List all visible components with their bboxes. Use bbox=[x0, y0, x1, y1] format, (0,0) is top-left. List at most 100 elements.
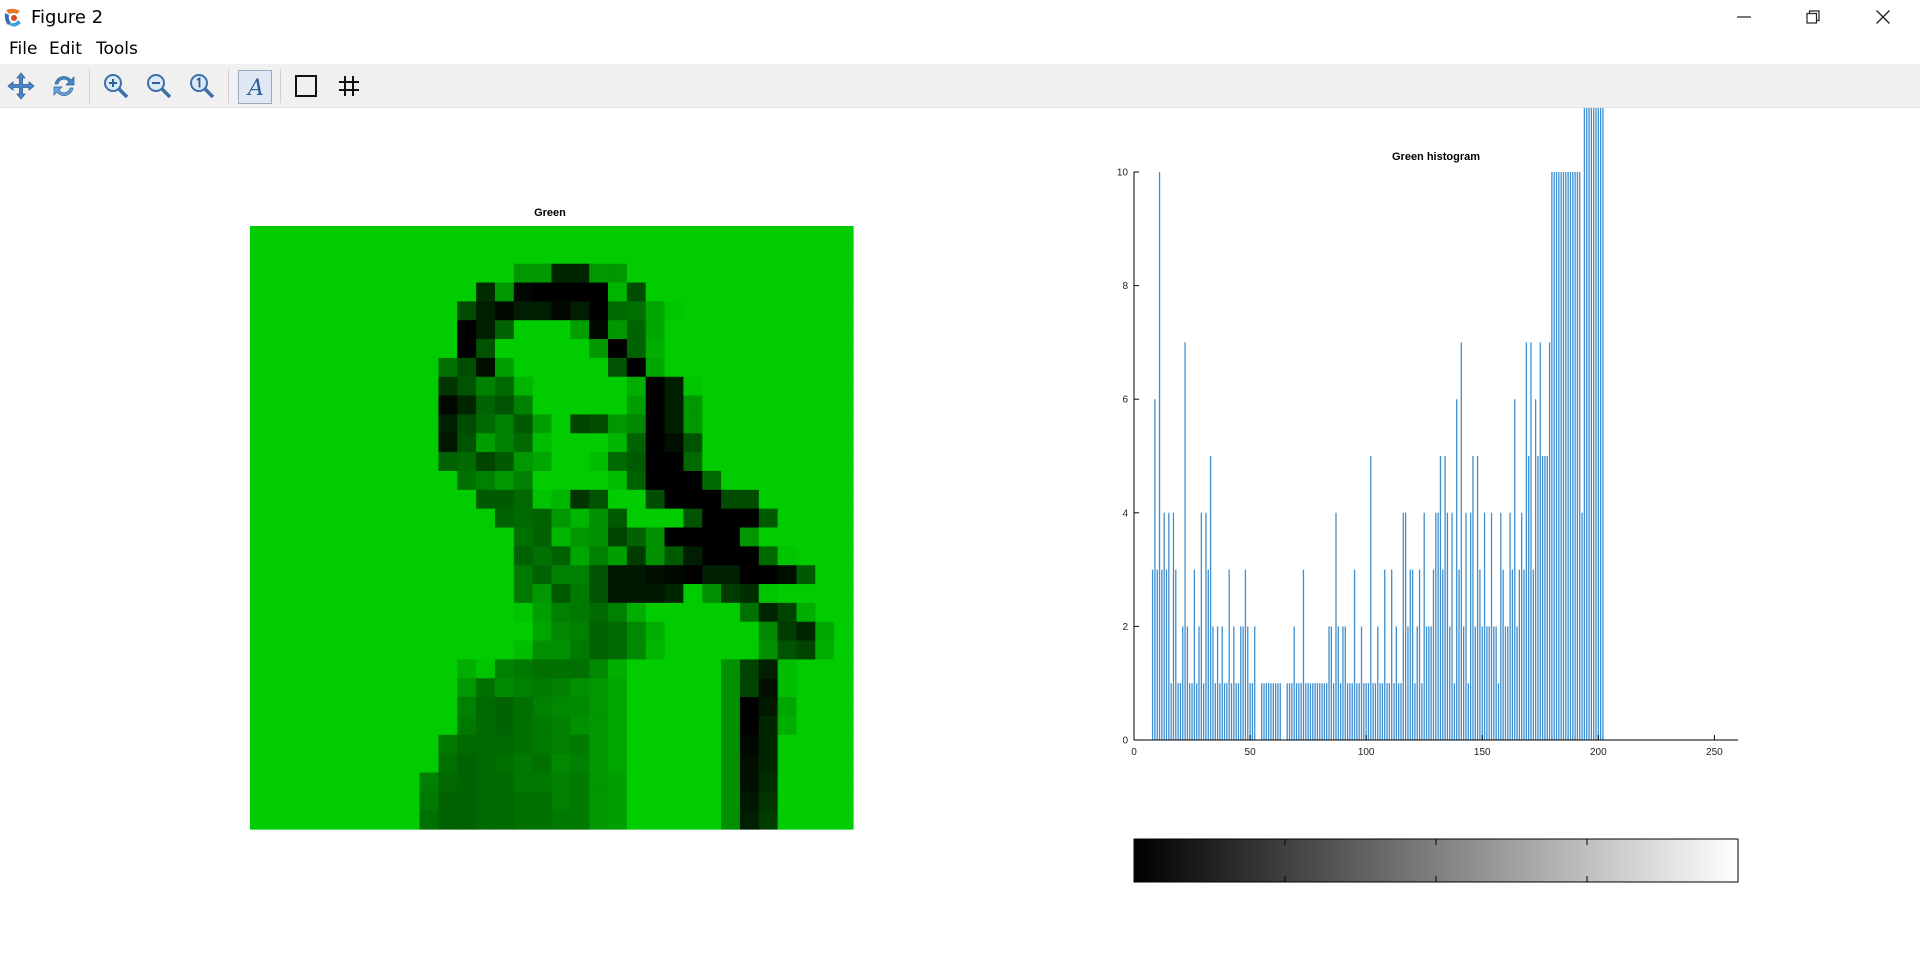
image-pixel bbox=[325, 810, 345, 830]
image-pixel bbox=[268, 508, 289, 529]
image-pixel bbox=[551, 226, 571, 246]
green-channel-image[interactable] bbox=[250, 226, 854, 830]
image-pixel bbox=[834, 263, 854, 284]
image-pixel bbox=[250, 584, 270, 604]
y-tick-label: 8 bbox=[1122, 281, 1128, 292]
image-pixel bbox=[758, 320, 779, 340]
image-pixel bbox=[664, 715, 684, 736]
image-pixel bbox=[532, 565, 553, 585]
image-pixel bbox=[476, 470, 496, 491]
image-pixel bbox=[777, 282, 798, 302]
image-pixel bbox=[325, 301, 345, 321]
menu-edit[interactable]: Edit bbox=[49, 39, 82, 59]
image-pixel bbox=[570, 678, 590, 698]
image-pixel bbox=[551, 602, 571, 623]
image-pixel bbox=[683, 546, 703, 566]
menu-file[interactable]: File bbox=[9, 39, 37, 59]
image-pixel bbox=[363, 640, 383, 660]
image-pixel bbox=[325, 584, 345, 604]
image-pixel bbox=[287, 678, 308, 698]
image-pixel bbox=[268, 678, 289, 698]
image-pixel bbox=[268, 659, 289, 679]
insert-text-button[interactable]: A bbox=[238, 70, 272, 104]
image-pixel bbox=[589, 508, 609, 529]
image-pixel bbox=[532, 753, 553, 774]
image-pixel bbox=[683, 414, 703, 434]
image-pixel bbox=[476, 697, 496, 717]
image-pixel bbox=[494, 584, 515, 604]
image-pixel bbox=[457, 282, 477, 302]
image-pixel bbox=[721, 715, 741, 736]
image-pixel bbox=[777, 301, 798, 321]
toolbar-separator bbox=[228, 69, 229, 103]
zoom-reset-button[interactable] bbox=[186, 70, 218, 102]
image-pixel bbox=[306, 565, 326, 585]
pan-button[interactable] bbox=[5, 70, 37, 102]
image-pixel bbox=[306, 640, 326, 660]
image-pixel bbox=[815, 772, 835, 792]
image-pixel bbox=[438, 357, 458, 378]
image-pixel bbox=[325, 659, 345, 679]
image-pixel bbox=[250, 395, 270, 416]
image-pixel bbox=[721, 602, 741, 623]
image-pixel bbox=[268, 470, 289, 491]
image-pixel bbox=[796, 791, 816, 811]
image-pixel bbox=[250, 753, 270, 774]
zoom-in-button[interactable] bbox=[100, 70, 132, 102]
image-pixel bbox=[777, 508, 798, 529]
close-button[interactable] bbox=[1853, 0, 1913, 34]
image-pixel bbox=[381, 263, 402, 284]
image-pixel bbox=[344, 376, 364, 397]
image-pixel bbox=[702, 357, 722, 378]
image-pixel bbox=[645, 753, 666, 774]
image-pixel bbox=[815, 791, 835, 811]
image-pixel bbox=[400, 508, 421, 529]
image-pixel bbox=[287, 527, 308, 547]
restore-button[interactable] bbox=[1783, 0, 1843, 34]
rotate-button[interactable] bbox=[48, 70, 80, 102]
menu-tools[interactable]: Tools bbox=[96, 39, 138, 59]
image-pixel bbox=[626, 282, 647, 302]
image-pixel bbox=[325, 244, 345, 265]
image-pixel bbox=[664, 508, 684, 529]
image-pixel bbox=[645, 376, 666, 397]
image-pixel bbox=[758, 734, 779, 755]
image-pixel bbox=[721, 527, 741, 547]
image-pixel bbox=[834, 678, 854, 698]
image-pixel bbox=[834, 791, 854, 811]
figure-canvas[interactable]: Green Green histogram 0 50 100 150 200 250 0 2 4… bbox=[0, 108, 1920, 972]
image-pixel bbox=[570, 508, 590, 529]
image-pixel bbox=[739, 678, 760, 698]
image-pixel bbox=[344, 640, 364, 660]
image-pixel bbox=[344, 226, 364, 246]
zoom-reset-icon bbox=[190, 74, 215, 99]
image-pixel bbox=[721, 320, 741, 340]
image-pixel bbox=[344, 470, 364, 491]
image-pixel bbox=[457, 339, 477, 359]
image-pixel bbox=[589, 376, 609, 397]
image-pixel bbox=[664, 565, 684, 585]
image-pixel bbox=[608, 244, 628, 265]
image-pixel bbox=[702, 433, 722, 453]
toggle-grid-button[interactable] bbox=[333, 70, 365, 102]
image-pixel bbox=[570, 527, 590, 547]
image-pixel bbox=[796, 226, 816, 246]
image-pixel bbox=[381, 414, 402, 434]
image-pixel bbox=[438, 226, 458, 246]
image-pixel bbox=[702, 508, 722, 529]
image-pixel bbox=[834, 282, 854, 302]
image-pixel bbox=[476, 659, 496, 679]
image-pixel bbox=[758, 697, 779, 717]
image-pixel bbox=[268, 395, 289, 416]
image-pixel bbox=[457, 640, 477, 660]
image-pixel bbox=[419, 376, 440, 397]
image-pixel bbox=[815, 753, 835, 774]
minimize-button[interactable] bbox=[1714, 0, 1774, 34]
image-pixel bbox=[513, 565, 534, 585]
zoom-out-button[interactable] bbox=[143, 70, 175, 102]
image-pixel bbox=[457, 772, 477, 792]
image-pixel bbox=[438, 753, 458, 774]
image-pixel bbox=[834, 320, 854, 340]
image-pixel bbox=[494, 602, 515, 623]
toggle-axes-button[interactable] bbox=[290, 70, 322, 102]
